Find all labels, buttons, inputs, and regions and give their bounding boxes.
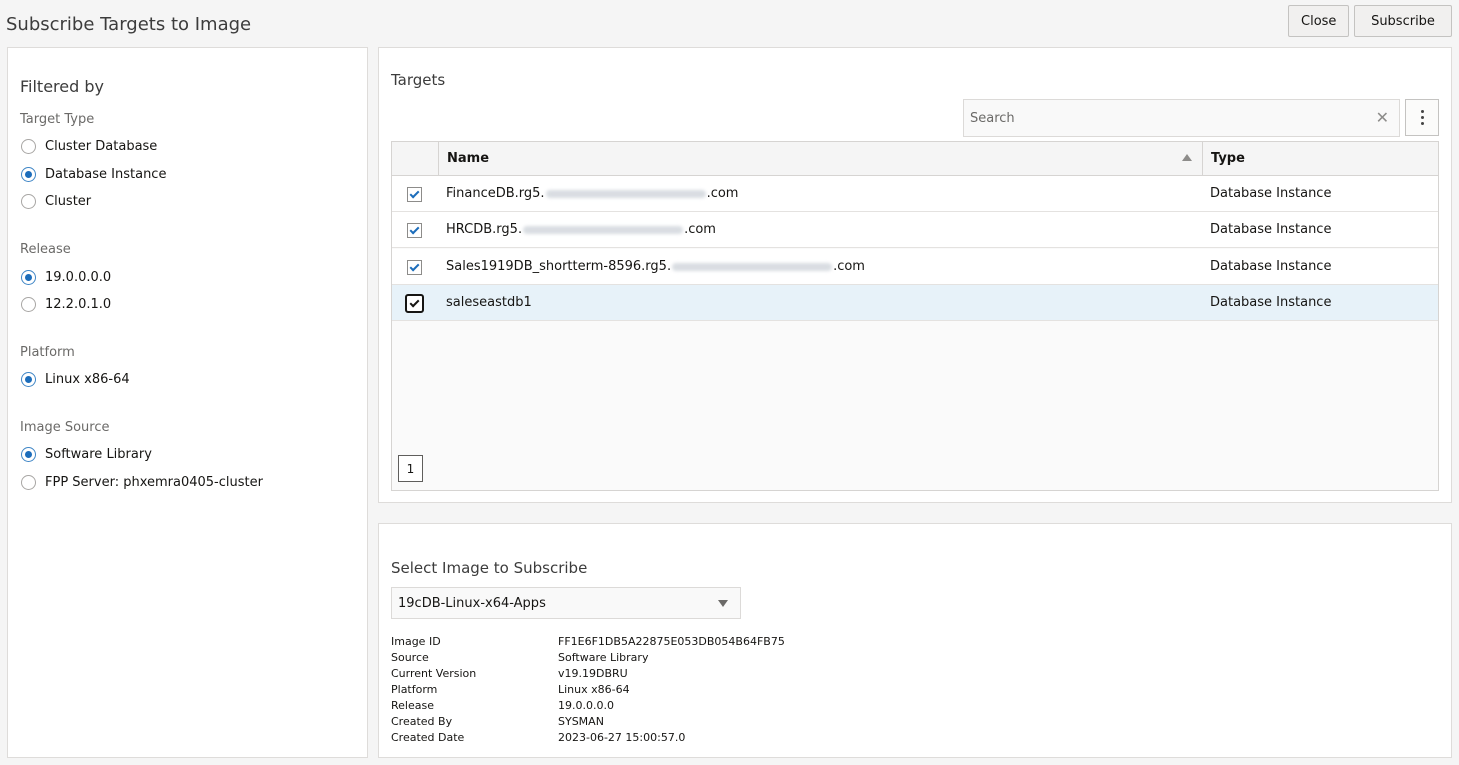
image-source-label: Image Source xyxy=(20,420,110,435)
target-name: saleseastdb1 xyxy=(446,295,532,310)
radio-label: 12.2.0.1.0 xyxy=(45,297,112,312)
table-row[interactable]: FinanceDB.rg5. .com Database Instance xyxy=(392,176,1438,212)
table-row-selected[interactable]: saleseastdb1 Database Instance xyxy=(392,285,1438,321)
radio-button-checked[interactable] xyxy=(21,372,36,387)
table-header: Name Type xyxy=(392,142,1438,176)
image-section-title: Select Image to Subscribe xyxy=(391,559,588,577)
target-type: Database Instance xyxy=(1210,295,1332,310)
table-row[interactable]: Sales1919DB_shortterm-8596.rg5. .com Dat… xyxy=(392,249,1438,285)
check-icon xyxy=(409,261,420,271)
radio-button-checked[interactable] xyxy=(21,270,36,285)
row-checkbox[interactable] xyxy=(407,260,422,275)
detail-label: Source xyxy=(391,651,429,664)
target-name-domain: .com xyxy=(684,222,716,237)
search-box[interactable]: ✕ xyxy=(963,99,1400,137)
detail-label: Current Version xyxy=(391,667,477,680)
target-name: FinanceDB.rg5. .com xyxy=(446,186,738,201)
detail-value: SYSMAN xyxy=(558,715,604,728)
radio-database-instance[interactable]: Database Instance xyxy=(21,167,166,182)
target-name-domain: .com xyxy=(833,259,865,274)
radio-label: Database Instance xyxy=(45,167,167,182)
filter-heading: Filtered by xyxy=(20,77,104,96)
radio-software-library[interactable]: Software Library xyxy=(21,447,152,462)
targets-title: Targets xyxy=(391,71,446,89)
detail-label: Platform xyxy=(391,683,438,696)
image-panel: Select Image to Subscribe 19cDB-Linux-x6… xyxy=(378,523,1452,758)
check-icon xyxy=(409,297,420,307)
radio-release-19[interactable]: 19.0.0.0.0 xyxy=(21,270,111,285)
page-number-button[interactable]: 1 xyxy=(398,455,423,482)
target-type-label: Target Type xyxy=(20,112,95,127)
redacted-text xyxy=(523,225,684,234)
row-checkbox[interactable] xyxy=(407,187,422,202)
radio-button-checked[interactable] xyxy=(21,447,36,462)
radio-button[interactable] xyxy=(21,194,36,209)
targets-table: Name Type FinanceDB.rg5. .com Database I… xyxy=(391,141,1439,491)
image-select[interactable]: 19cDB-Linux-x64-Apps xyxy=(391,587,741,619)
detail-label: Created Date xyxy=(391,731,465,744)
targets-panel: Targets ✕ Name Type FinanceDB.rg5. .com … xyxy=(378,47,1452,503)
target-name-text: FinanceDB.rg5. xyxy=(446,186,545,201)
name-column-header[interactable]: Name xyxy=(447,151,489,166)
radio-label: Software Library xyxy=(45,447,152,462)
redacted-text xyxy=(545,189,706,198)
check-icon xyxy=(409,224,420,234)
target-name-text: saleseastdb1 xyxy=(446,295,532,310)
radio-release-12[interactable]: 12.2.0.1.0 xyxy=(21,297,111,312)
sort-ascending-icon[interactable] xyxy=(1182,154,1192,161)
target-type: Database Instance xyxy=(1210,259,1332,274)
subscribe-button[interactable]: Subscribe xyxy=(1354,5,1452,37)
radio-cluster-database[interactable]: Cluster Database xyxy=(21,139,157,154)
radio-platform-linux[interactable]: Linux x86-64 xyxy=(21,372,130,387)
dropdown-arrow-icon xyxy=(718,600,728,607)
radio-label: Linux x86-64 xyxy=(45,372,130,387)
radio-button[interactable] xyxy=(21,475,36,490)
redacted-text xyxy=(672,262,833,271)
target-name-text: Sales1919DB_shortterm-8596.rg5. xyxy=(446,259,672,274)
image-select-value: 19cDB-Linux-x64-Apps xyxy=(398,595,546,611)
target-name-domain: .com xyxy=(706,186,739,201)
radio-fpp-server[interactable]: FPP Server: phxemra0405-cluster xyxy=(21,475,263,490)
detail-value: Linux x86-64 xyxy=(558,683,630,696)
close-button[interactable]: Close xyxy=(1288,5,1349,37)
radio-cluster[interactable]: Cluster xyxy=(21,194,91,209)
table-row[interactable]: HRCDB.rg5. .com Database Instance xyxy=(392,212,1438,248)
clear-icon[interactable]: ✕ xyxy=(1376,108,1389,127)
radio-button[interactable] xyxy=(21,297,36,312)
more-options-button[interactable] xyxy=(1405,99,1439,136)
radio-label: Cluster Database xyxy=(45,139,158,154)
target-name: Sales1919DB_shortterm-8596.rg5. .com xyxy=(446,259,865,274)
target-type: Database Instance xyxy=(1210,222,1332,237)
column-divider xyxy=(1202,142,1203,176)
radio-label: 19.0.0.0.0 xyxy=(45,270,112,285)
detail-value: 2023-06-27 15:00:57.0 xyxy=(558,731,686,744)
search-input[interactable] xyxy=(964,100,1364,136)
filter-panel: Filtered by Target Type Cluster Database… xyxy=(7,47,368,758)
row-checkbox[interactable] xyxy=(407,223,422,238)
platform-label: Platform xyxy=(20,345,75,360)
release-label: Release xyxy=(20,242,71,257)
radio-button[interactable] xyxy=(21,139,36,154)
detail-value: 19.0.0.0.0 xyxy=(558,699,614,712)
radio-label: Cluster xyxy=(45,194,92,209)
type-column-header[interactable]: Type xyxy=(1211,151,1245,166)
select-column-header xyxy=(392,142,439,176)
check-icon xyxy=(409,188,420,198)
detail-label: Created By xyxy=(391,715,453,728)
detail-label: Image ID xyxy=(391,635,441,648)
kebab-menu-icon xyxy=(1420,110,1424,125)
radio-label: FPP Server: phxemra0405-cluster xyxy=(45,475,263,490)
target-name: HRCDB.rg5. .com xyxy=(446,222,716,237)
detail-value: v19.19DBRU xyxy=(558,667,628,680)
detail-value: FF1E6F1DB5A22875E053DB054B64FB75 xyxy=(558,635,785,648)
detail-label: Release xyxy=(391,699,434,712)
radio-button-checked[interactable] xyxy=(21,167,36,182)
target-type: Database Instance xyxy=(1210,186,1332,201)
row-checkbox[interactable] xyxy=(405,294,424,313)
target-name-text: HRCDB.rg5. xyxy=(446,222,523,237)
detail-value: Software Library xyxy=(558,651,649,664)
page-title: Subscribe Targets to Image xyxy=(6,14,252,35)
